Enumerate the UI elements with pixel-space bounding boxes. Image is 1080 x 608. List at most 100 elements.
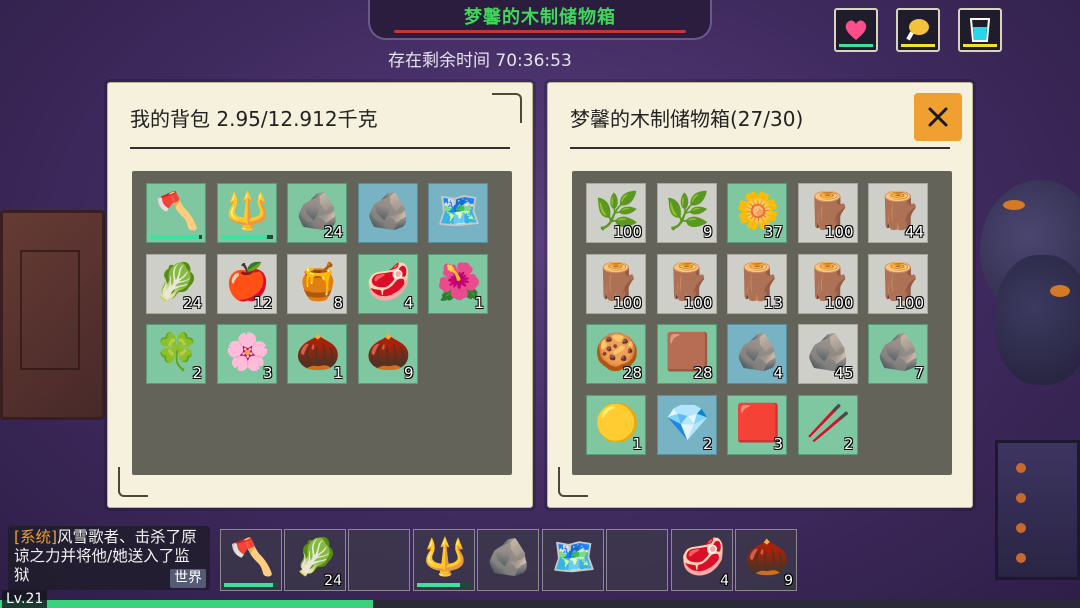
item-quantity: 44 bbox=[904, 223, 924, 241]
health-status bbox=[834, 8, 878, 52]
hotbar-slot[interactable]: 🗺️ bbox=[542, 529, 604, 591]
inventory-slot[interactable]: 🥢 2 bbox=[797, 394, 858, 455]
item-quantity: 100 bbox=[895, 293, 924, 312]
inventory-slot[interactable]: 🟥 3 bbox=[727, 394, 787, 455]
hotbar-slot[interactable]: 🪓 bbox=[220, 529, 282, 591]
hotbar-slot[interactable]: 🥬 24 bbox=[284, 529, 346, 591]
inventory-slot[interactable]: 💎 2 bbox=[656, 394, 717, 455]
container-title: 梦馨的木制储物箱 bbox=[464, 7, 616, 28]
item-quantity: 3 bbox=[773, 434, 783, 453]
inventory-slot[interactable]: 🌼 37 bbox=[727, 183, 787, 243]
item-quantity: 100 bbox=[613, 223, 642, 241]
hotbar-slot[interactable] bbox=[606, 529, 668, 591]
chat-channel-button[interactable]: 世界 bbox=[170, 569, 206, 588]
container-title-banner: 梦馨的木制储物箱 bbox=[368, 0, 712, 40]
inventory-slot[interactable]: 🌺 1 bbox=[428, 253, 488, 314]
inventory-slot[interactable]: 🍯 8 bbox=[287, 253, 347, 314]
chat-box[interactable]: [系统]风雪歌者、击杀了原谅之力并将他/她送入了监狱 世界 bbox=[8, 526, 210, 590]
inventory-slot[interactable]: 🪨 24 bbox=[287, 183, 347, 243]
inventory-slot[interactable]: 🥬 24 bbox=[146, 253, 206, 314]
item-quantity: 28 bbox=[622, 364, 642, 382]
item-quantity: 2 bbox=[192, 364, 202, 382]
item-quantity: 100 bbox=[824, 293, 854, 312]
inventory-slot[interactable]: 🪓 bbox=[146, 183, 206, 243]
heart-icon bbox=[845, 20, 867, 40]
hotbar-slot[interactable]: 🪨 bbox=[477, 529, 539, 591]
inventory-slot[interactable]: 🥩 4 bbox=[357, 253, 418, 314]
hotbar-slot[interactable]: 🥩 4 bbox=[671, 529, 733, 591]
durability-bar bbox=[224, 583, 278, 587]
item-quantity: 24 bbox=[324, 573, 342, 589]
panel-corner-ornament bbox=[492, 93, 522, 123]
inventory-slot[interactable]: 🗺️ bbox=[428, 183, 488, 243]
item-quantity: 37 bbox=[763, 223, 783, 241]
inventory-slot[interactable]: 🌰 1 bbox=[287, 324, 347, 384]
inventory-slot[interactable]: 🪵 100 bbox=[868, 253, 928, 314]
experience-bar bbox=[0, 600, 1080, 608]
item-quantity: 100 bbox=[683, 293, 713, 312]
inventory-slot[interactable]: 🪵 44 bbox=[868, 183, 928, 243]
backpack-title: 我的背包 2.95/12.912千克 bbox=[130, 107, 378, 131]
inventory-slot[interactable]: 🪨 4 bbox=[727, 324, 787, 384]
water-status bbox=[958, 8, 1002, 52]
inventory-slot[interactable]: 🔱 bbox=[216, 183, 277, 243]
inventory-slot[interactable]: 🌿 9 bbox=[656, 183, 717, 243]
inventory-slot[interactable]: 🍎 12 bbox=[216, 253, 277, 314]
meat-icon bbox=[906, 19, 929, 41]
inventory-slot[interactable]: 🪨 7 bbox=[868, 324, 928, 384]
item-quantity: 24 bbox=[323, 223, 343, 241]
item-quantity: 4 bbox=[720, 573, 729, 589]
panel-corner-ornament bbox=[118, 467, 148, 497]
inventory-slot[interactable]: 🪵 100 bbox=[656, 253, 717, 314]
item-quantity: 12 bbox=[253, 293, 273, 312]
inventory-slot[interactable]: 🪵 13 bbox=[727, 253, 787, 314]
health-meter bbox=[839, 44, 873, 47]
background-robot-light bbox=[1003, 200, 1025, 210]
inventory-slot[interactable]: 🪵 100 bbox=[586, 253, 646, 314]
water-meter bbox=[963, 44, 997, 47]
inventory-slot[interactable]: 🌸 3 bbox=[216, 324, 277, 384]
title-divider bbox=[130, 147, 510, 149]
inventory-slot[interactable]: 🟫 28 bbox=[656, 324, 717, 384]
background-crate-detail bbox=[20, 250, 80, 370]
remaining-time-label: 存在剩余时间 70:36:53 bbox=[388, 51, 572, 71]
inventory-slot[interactable]: 🪨 45 bbox=[797, 324, 858, 384]
item-quantity: 8 bbox=[333, 293, 343, 312]
item-quantity: 4 bbox=[403, 293, 414, 312]
backpack-grid: 🪓 🔱 🪨 24 🪨 🗺️ 🥬 24 🍎 12 🍯 8 🥩 4 🌺 1 🍀 2 🌸 3 🌰 1 🌰 9 bbox=[132, 171, 512, 475]
inventory-slot[interactable]: 🌰 9 bbox=[357, 324, 418, 384]
item-quantity: 28 bbox=[693, 364, 713, 382]
experience-fill bbox=[0, 600, 373, 608]
item-quantity: 7 bbox=[914, 364, 924, 382]
chest-panel: 梦馨的木制储物箱(27/30) 🌿 100 🌿 9 🌼 37 🪵 100 🪵 44 🪵 100 🪵 100… bbox=[547, 82, 973, 508]
inventory-slot[interactable]: 🌿 100 bbox=[586, 183, 646, 243]
inventory-slot[interactable]: 🪨 bbox=[357, 183, 418, 243]
stone-axe-icon: 🪓 bbox=[154, 191, 200, 232]
food-meter bbox=[901, 44, 935, 47]
close-icon bbox=[928, 107, 948, 127]
item-quantity: 9 bbox=[702, 223, 713, 241]
inventory-slot[interactable]: 🪵 100 bbox=[797, 253, 858, 314]
inventory-slot[interactable]: 🪵 100 bbox=[797, 183, 858, 243]
hotbar-slot[interactable] bbox=[348, 529, 410, 591]
crystal-staff-icon: 🔱 bbox=[225, 191, 270, 232]
inventory-slot[interactable]: 🍀 2 bbox=[146, 324, 206, 384]
hotbar-slot[interactable]: 🔱 bbox=[413, 529, 475, 591]
item-quantity: 1 bbox=[632, 434, 642, 453]
food-status bbox=[896, 8, 940, 52]
item-quantity: 2 bbox=[843, 434, 854, 453]
item-quantity: 9 bbox=[403, 364, 414, 382]
item-quantity: 45 bbox=[834, 364, 854, 382]
stone-axe-icon: 🪓 bbox=[229, 537, 275, 578]
chest-title: 梦馨的木制储物箱(27/30) bbox=[570, 107, 804, 131]
close-button[interactable] bbox=[914, 93, 962, 141]
treasure-map-icon: 🗺️ bbox=[436, 191, 482, 232]
durability-bar bbox=[417, 583, 471, 587]
inventory-slot[interactable]: 🟡 1 bbox=[586, 394, 646, 455]
hotbar-slot[interactable]: 🌰 9 bbox=[735, 529, 797, 591]
durability-bar bbox=[150, 235, 202, 239]
item-quantity: 1 bbox=[333, 364, 343, 382]
flint-stone-icon: 🪨 bbox=[366, 191, 411, 232]
inventory-slot[interactable]: 🍪 28 bbox=[586, 324, 646, 384]
panel-corner-ornament bbox=[558, 467, 588, 497]
